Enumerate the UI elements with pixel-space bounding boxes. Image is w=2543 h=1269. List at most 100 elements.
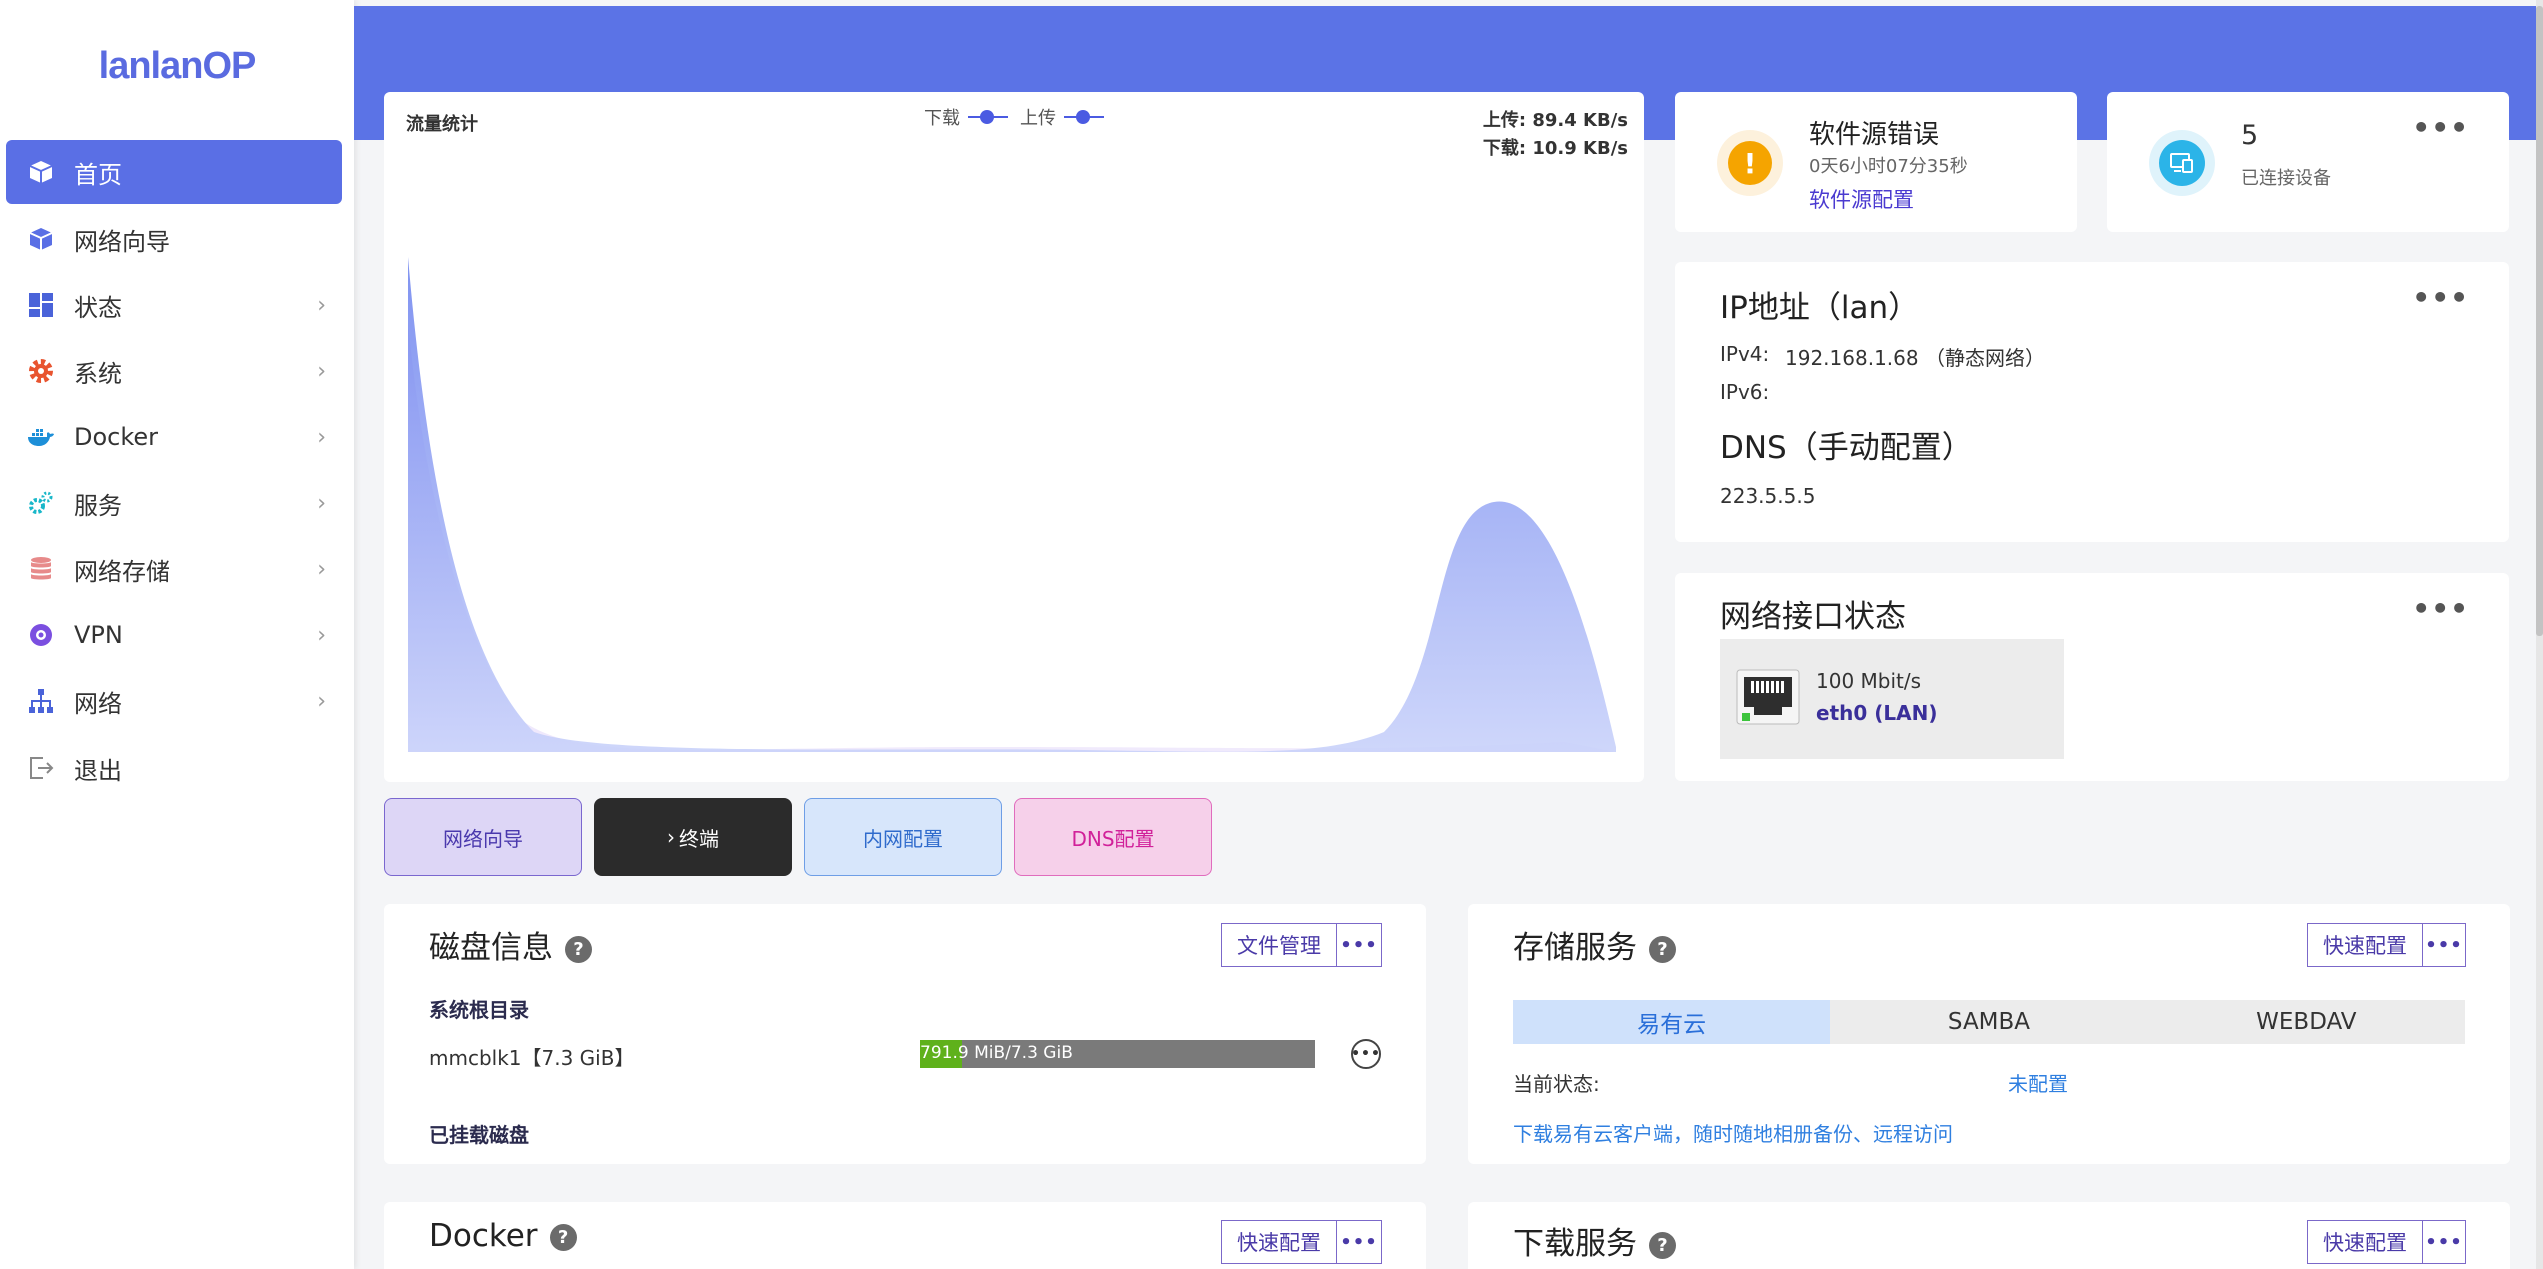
dns-config-button[interactable]: DNS配置 (1014, 798, 1212, 876)
disk-usage-bar: 791.9 MiB/7.3 GiB (920, 1040, 1315, 1068)
lan-config-label: 内网配置 (863, 826, 943, 851)
docker-quick-config-button[interactable]: 快速配置 (1221, 1220, 1337, 1264)
docker-more-button[interactable]: ••• (1336, 1220, 1382, 1264)
storage-download-link[interactable]: 下载易有云客户端，随时随地相册备份、远程访问 (1513, 1118, 1953, 1147)
help-icon[interactable]: ? (1649, 936, 1676, 963)
help-icon[interactable]: ? (1649, 1232, 1676, 1259)
sidebar-item-label: 服务 (74, 491, 122, 520)
sidebar-item-wizard[interactable]: 网络向导 (6, 207, 342, 271)
interface-tile[interactable]: 100 Mbit/s eth0 (LAN) (1720, 639, 2064, 759)
more-options-circle-icon[interactable]: ••• (1351, 1039, 1381, 1069)
ethernet-port-icon (1736, 669, 1800, 725)
sidebar-item-docker[interactable]: Docker › (6, 405, 342, 469)
brand-logo: lanlanOP (98, 44, 257, 87)
interface-speed: 100 Mbit/s (1816, 669, 1922, 693)
network-wizard-label: 网络向导 (443, 826, 523, 851)
devices-label: 已连接设备 (2241, 168, 2331, 189)
more-options-icon[interactable]: ••• (2412, 114, 2469, 142)
ipv4-label: IPv4: (1720, 342, 1770, 366)
download-service-card: 下载服务? 快速配置 ••• (1468, 1202, 2510, 1269)
more-options-icon[interactable]: ••• (2412, 595, 2469, 623)
help-icon[interactable]: ? (565, 936, 592, 963)
interface-name: eth0 (LAN) (1816, 701, 1938, 725)
dns-config-label: DNS配置 (1071, 826, 1155, 851)
download-quick-config-label: 快速配置 (2323, 1231, 2407, 1255)
storage-service-card: 存储服务? 快速配置 ••• 易有云 SAMBA WEBDAV 当前状态: 未配… (1468, 904, 2510, 1164)
network-interface-card: 网络接口状态 ••• 100 Mbit/s eth0 (LAN) (1675, 573, 2509, 781)
chevron-right-icon: › (317, 622, 326, 648)
terminal-prompt-icon: › (667, 825, 675, 849)
sidebar-item-vpn[interactable]: VPN › (6, 603, 342, 667)
disk-info-card: 磁盘信息? 文件管理 ••• 系统根目录 mmcblk1【7.3 GiB】 79… (384, 904, 1426, 1164)
devices-count: 5 (2241, 120, 2259, 151)
storage-quick-config-label: 快速配置 (2323, 934, 2407, 958)
sidebar-item-home[interactable]: 首页 (6, 140, 342, 204)
warning-icon: ! (1717, 130, 1783, 196)
gear-icon (26, 356, 56, 386)
file-manager-button[interactable]: 文件管理 (1221, 923, 1337, 967)
storage-title: 存储服务 (1513, 930, 1637, 966)
storage-status-label: 当前状态: (1513, 1072, 1600, 1096)
disk-usage-text: 791.9 MiB/7.3 GiB (920, 1043, 1073, 1063)
sidebar-item-storage[interactable]: 网络存储 › (6, 537, 342, 601)
download-more-button[interactable]: ••• (2422, 1220, 2466, 1264)
disk-more-button[interactable]: ••• (1336, 923, 1382, 967)
help-icon[interactable]: ? (549, 1224, 577, 1251)
sidebar-item-network[interactable]: 网络 › (6, 669, 342, 733)
sidebar-item-label: 状态 (74, 293, 122, 322)
ip-address-card: IP地址（lan） ••• IPv4: 192.168.1.68 （静态网络） … (1675, 262, 2509, 542)
ip-title: IP地址（lan） (1720, 290, 1920, 326)
download-service-title-row: 下载服务? (1513, 1218, 1676, 1263)
traffic-chart-card: 流量统计 下载 上传 上传: 89.4 KB/s 下载: 10.9 KB/s (384, 92, 1644, 782)
network-wizard-button[interactable]: 网络向导 (384, 798, 582, 876)
tab-webdav[interactable]: WEBDAV (2148, 1000, 2465, 1044)
disk-title-row: 磁盘信息? (429, 922, 592, 967)
mounted-disks-label: 已挂载磁盘 (429, 1123, 529, 1147)
more-options-icon[interactable]: ••• (2412, 284, 2469, 312)
sidebar-item-label: 首页 (74, 160, 122, 189)
docker-title-row: Docker? (429, 1218, 577, 1254)
docker-quick-config-label: 快速配置 (1237, 1231, 1321, 1255)
lan-config-button[interactable]: 内网配置 (804, 798, 1002, 876)
sidebar: lanlanOP 首页 网络向导 状态 › 系统 › Docker › 服务 ›… (0, 0, 354, 1269)
gears-icon (26, 488, 56, 518)
sidebar-item-services[interactable]: 服务 › (6, 471, 342, 535)
download-area (408, 257, 1616, 752)
download-service-title: 下载服务 (1513, 1226, 1637, 1262)
sidebar-item-logout[interactable]: 退出 (6, 736, 342, 800)
software-source-title: 软件源错误 (1809, 120, 1940, 150)
software-source-link[interactable]: 软件源配置 (1809, 184, 1914, 214)
storage-tabs: 易有云 SAMBA WEBDAV (1513, 1000, 2465, 1044)
tab-samba[interactable]: SAMBA (1830, 1000, 2147, 1044)
tab-yiyouyun[interactable]: 易有云 (1513, 1000, 1831, 1044)
ipv4-value: 192.168.1.68 （静态网络） (1785, 346, 2045, 370)
interfaces-title: 网络接口状态 (1720, 599, 1906, 635)
chevron-right-icon: › (317, 424, 326, 450)
download-quick-config-button[interactable]: 快速配置 (2307, 1220, 2423, 1264)
docker-icon (26, 422, 56, 452)
sidebar-item-label: 网络向导 (74, 227, 170, 256)
disk-title: 磁盘信息 (429, 930, 553, 966)
chevron-right-icon: › (317, 688, 326, 714)
traffic-area-chart (408, 257, 1616, 752)
sidebar-item-label: 系统 (74, 359, 122, 388)
cube-icon (26, 157, 56, 187)
root-dir-label: 系统根目录 (429, 998, 529, 1022)
sidebar-item-label: 网络 (74, 689, 122, 718)
ipv6-label: IPv6: (1720, 380, 1770, 404)
disk-device: mmcblk1【7.3 GiB】 (429, 1046, 635, 1070)
logout-icon (26, 753, 56, 783)
storage-more-button[interactable]: ••• (2422, 923, 2466, 967)
terminal-button[interactable]: › 终端 (594, 798, 792, 876)
sidebar-item-system[interactable]: 系统 › (6, 339, 342, 403)
scrollbar-thumb[interactable] (2536, 6, 2543, 636)
sidebar-item-label: 网络存储 (74, 557, 170, 586)
storage-quick-config-button[interactable]: 快速配置 (2307, 923, 2423, 967)
sidebar-item-status[interactable]: 状态 › (6, 273, 342, 337)
storage-title-row: 存储服务? (1513, 922, 1676, 967)
file-manager-label: 文件管理 (1237, 934, 1321, 958)
chevron-right-icon: › (317, 358, 326, 384)
network-tree-icon (26, 686, 56, 716)
cube-icon (26, 224, 56, 254)
chevron-right-icon: › (317, 292, 326, 318)
